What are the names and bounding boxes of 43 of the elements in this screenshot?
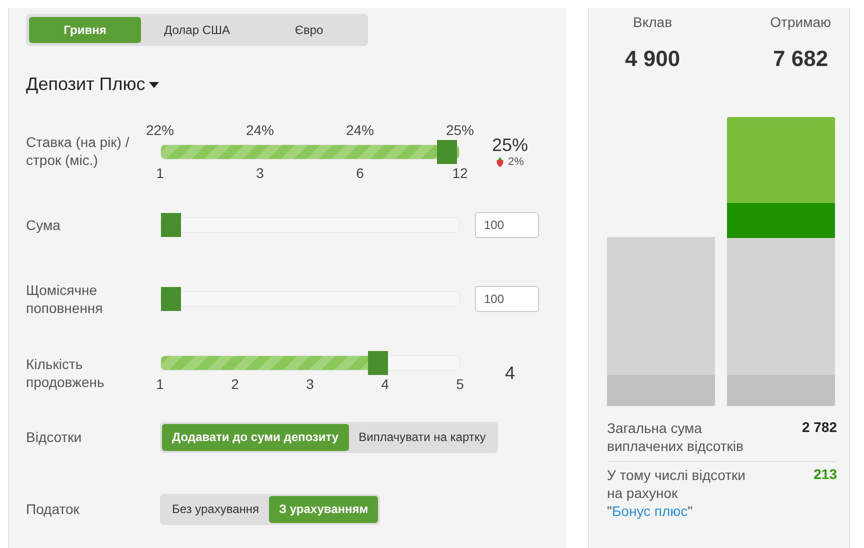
amount-input[interactable]: 100 [475, 212, 539, 238]
slider-handle[interactable] [437, 140, 457, 164]
field-label: Відсотки [26, 428, 83, 446]
slider-handle[interactable] [161, 287, 181, 311]
column-total: 4 900 [625, 46, 680, 72]
tick-label: 2 [230, 376, 240, 392]
tick-label: 6 [355, 164, 365, 180]
field-label: Кількість продовжень [26, 355, 106, 391]
total-value: 2 782 [802, 419, 837, 435]
field-label: Податок [26, 500, 80, 518]
tick-label: 1 [155, 164, 165, 180]
option-button[interactable]: Виплачувати на картку [348, 424, 496, 450]
tick-label: 24% [245, 122, 275, 138]
slider-handle[interactable] [368, 350, 388, 374]
field-label: Ставка (на рік) / строк (міс.) [26, 133, 130, 169]
tick-label: 5 [455, 376, 465, 392]
product-title[interactable]: Депозит Плюс [26, 74, 146, 95]
amount-input[interactable]: 100 [475, 286, 539, 312]
column-label: Отримаю [770, 14, 831, 30]
currency-tab[interactable]: Євро [253, 17, 365, 43]
slider-value: 4 [504, 362, 515, 384]
column-total: 7 682 [773, 46, 828, 72]
tick-label: 12 [451, 164, 469, 180]
total-label: Загальна сума виплачених відсотків [607, 419, 744, 455]
tick-label: 4 [380, 376, 390, 392]
strawberry-icon [496, 156, 504, 166]
total-label: У тому числі відсотки на рахунок "Бонус плюс" [607, 466, 746, 520]
caret-icon[interactable] [149, 82, 160, 88]
field-label: Щомісячне поповнення [26, 281, 104, 317]
tick-label: 24% [345, 122, 375, 138]
tick-label: 25% [445, 122, 475, 138]
tick-label: 3 [255, 164, 265, 180]
option-button[interactable]: Без урахування [162, 496, 269, 522]
slider-handle[interactable] [161, 213, 181, 237]
currency-tab[interactable]: Долар США [141, 17, 253, 43]
tick-label: 22% [145, 122, 175, 138]
tick-label: 1 [155, 376, 165, 392]
total-value: 213 [814, 466, 837, 482]
slider-value: 25% [492, 134, 528, 156]
tick-label: 3 [305, 376, 315, 392]
field-label: Сума [26, 216, 62, 234]
column-label: Вклав [633, 14, 672, 30]
bonus-rate: 2% [508, 156, 524, 168]
